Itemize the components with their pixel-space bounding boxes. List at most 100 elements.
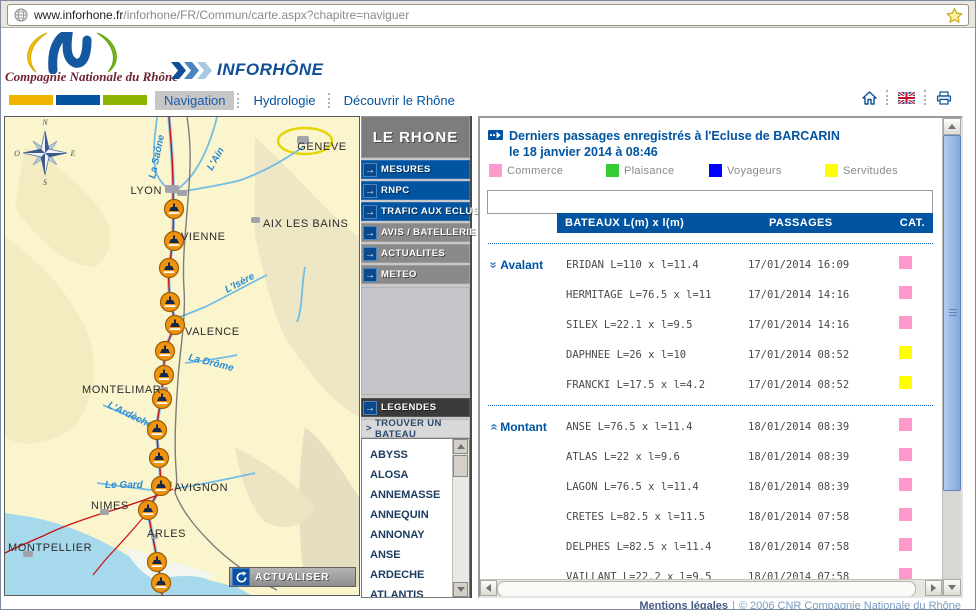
category-cell bbox=[894, 478, 933, 496]
scroll-thumb[interactable] bbox=[453, 455, 468, 477]
menu-item-label: METEO bbox=[381, 269, 417, 280]
menu-item-rnpc[interactable]: RNPC bbox=[361, 181, 470, 200]
table-row: ATLAS L=22 x l=9.6 18/01/2014 08:39 bbox=[488, 442, 933, 472]
bookmark-star-icon[interactable] bbox=[946, 7, 963, 24]
menu-item-legendes[interactable]: LEGENDES bbox=[361, 398, 470, 417]
refresh-label: ACTUALISER bbox=[255, 572, 329, 583]
table-row: HERMITAGE L=76.5 x l=11 17/01/2014 14:16 bbox=[488, 280, 933, 310]
uk-flag-icon[interactable] bbox=[889, 92, 924, 104]
arrow-right-icon bbox=[363, 226, 377, 240]
compass-n: N bbox=[41, 118, 48, 127]
category-swatch bbox=[899, 478, 912, 491]
legend-item: Servitudes bbox=[825, 164, 898, 177]
city-label-montelimar: MONTELIMAR bbox=[82, 384, 161, 396]
cnr-logo bbox=[9, 32, 159, 74]
scroll-right-button[interactable] bbox=[925, 580, 942, 596]
menu-item-meteo[interactable]: METEO bbox=[361, 265, 470, 284]
color-bar-yellow bbox=[9, 95, 53, 105]
sidebar-menu: LE RHONE MESURES RNPC TRAFIC AUX ECLUSES… bbox=[361, 116, 472, 598]
table-row: Avalant ERIDAN L=110 x l=11.4 17/01/2014… bbox=[488, 250, 933, 280]
passages-panel: Derniers passages enregistrés à l'Ecluse… bbox=[478, 116, 963, 598]
menu-item-actualites[interactable]: ACTUALITES bbox=[361, 244, 470, 263]
chevron-double-down-icon bbox=[490, 260, 497, 270]
passage-time: 18/01/2014 08:39 bbox=[748, 421, 894, 433]
boat-list-item[interactable]: ATLANTIS bbox=[370, 585, 453, 597]
rhone-map[interactable]: N S O E La Saône L'Ain L'Isère La Drôme … bbox=[4, 116, 360, 596]
scroll-left-button[interactable] bbox=[480, 580, 497, 596]
scroll-down-button[interactable] bbox=[943, 579, 961, 596]
panel-horizontal-scrollbar[interactable] bbox=[480, 579, 942, 596]
tab-decouvrir[interactable]: Découvrir le Rhône bbox=[335, 91, 464, 110]
boat-label: VAILLANT L=22.2 x l=9.5 bbox=[558, 571, 748, 579]
boat-label: ATLAS L=22 x l=9.6 bbox=[558, 451, 748, 463]
boat-label: HERMITAGE L=76.5 x l=11 bbox=[558, 289, 748, 301]
menu-item-trafic[interactable]: TRAFIC AUX ECLUSES bbox=[361, 202, 470, 221]
menu-item-label: LEGENDES bbox=[381, 402, 436, 413]
city-label-geneve: GENEVE bbox=[297, 141, 346, 153]
color-bar-green bbox=[103, 95, 147, 105]
scroll-thumb[interactable] bbox=[943, 135, 961, 491]
tab-navigation[interactable]: Navigation bbox=[155, 91, 234, 110]
scroll-up-button[interactable] bbox=[453, 439, 468, 454]
panel-vertical-scrollbar[interactable] bbox=[942, 118, 961, 596]
legend-label: Plaisance bbox=[624, 165, 674, 177]
passage-time: 17/01/2014 14:16 bbox=[748, 289, 894, 301]
category-swatch bbox=[899, 316, 912, 329]
passages-rows: Avalant ERIDAN L=110 x l=11.4 17/01/2014… bbox=[488, 238, 933, 579]
table-row: DAPHNEE L=26 x l=10 17/01/2014 08:52 bbox=[488, 340, 933, 370]
tab-hydrologie[interactable]: Hydrologie bbox=[244, 91, 324, 110]
category-cell bbox=[894, 568, 933, 579]
url-field[interactable]: www.inforhone.fr/inforhone/FR/Commun/car… bbox=[7, 4, 969, 26]
direction-cell: Montant bbox=[488, 420, 558, 434]
river-label-gard: Le Gard bbox=[105, 480, 144, 491]
city-label-avignon: AVIGNON bbox=[174, 482, 228, 494]
legal-link[interactable]: Mentions légales bbox=[639, 600, 728, 610]
boat-list-item[interactable]: ANNONAY bbox=[370, 525, 453, 545]
menu-item-label: AVIS / BATELLERIE bbox=[381, 227, 476, 238]
boat-list-item[interactable]: ALOSA bbox=[370, 465, 453, 485]
direction-cell: Avalant bbox=[488, 258, 558, 272]
boat-list-item[interactable]: ANNEMASSE bbox=[370, 485, 453, 505]
header-bateaux: BATEAUX L(m) x l(m) bbox=[565, 217, 684, 229]
section-divider bbox=[488, 405, 933, 406]
table-header: BATEAUX L(m) x l(m) PASSAGES CAT. bbox=[557, 213, 933, 233]
direction-label: Montant bbox=[500, 420, 547, 434]
arrow-right-icon bbox=[363, 268, 377, 282]
find-boat-button[interactable]: TROUVER UN BATEAU bbox=[361, 419, 470, 438]
dashed-arrow-icon bbox=[488, 130, 503, 141]
category-swatch bbox=[899, 418, 912, 431]
filter-box[interactable] bbox=[487, 190, 933, 214]
arrow-right-icon bbox=[363, 163, 377, 177]
table-row: Montant ANSE L=76.5 x l=11.4 18/01/2014 … bbox=[488, 412, 933, 442]
city-label-aix: AIX LES BAINS bbox=[263, 218, 348, 230]
city-label-vienne: VIENNE bbox=[181, 231, 226, 243]
arrow-right-icon bbox=[363, 401, 377, 415]
boat-list-scrollbar[interactable] bbox=[452, 439, 469, 597]
copyright-text: © 2006 CNR Compagnie Nationale du Rhône bbox=[739, 600, 961, 610]
passage-time: 18/01/2014 08:39 bbox=[748, 481, 894, 493]
legend-swatch-commerce bbox=[489, 164, 502, 177]
city-label-lyon: LYON bbox=[130, 185, 162, 197]
boat-label: ANSE L=76.5 x l=11.4 bbox=[558, 421, 748, 433]
home-icon[interactable] bbox=[853, 91, 886, 105]
menu-item-avis[interactable]: AVIS / BATELLERIE bbox=[361, 223, 470, 242]
tab-separator bbox=[237, 93, 241, 108]
print-icon[interactable] bbox=[927, 91, 961, 105]
legend-swatch-servitudes bbox=[825, 164, 838, 177]
boat-list-item[interactable]: ANNEQUIN bbox=[370, 505, 453, 525]
color-bar-blue bbox=[56, 95, 100, 105]
scroll-thumb[interactable] bbox=[497, 581, 916, 597]
header-cat: CAT. bbox=[900, 217, 925, 229]
scroll-up-button[interactable] bbox=[943, 118, 961, 135]
city-label-nimes: NIMES bbox=[91, 500, 129, 512]
panel-title-line2: le 18 janvier 2014 à 08:46 bbox=[509, 144, 840, 160]
direction-label: Avalant bbox=[500, 258, 543, 272]
compass-o: O bbox=[14, 149, 20, 158]
menu-item-mesures[interactable]: MESURES bbox=[361, 160, 470, 179]
boat-list-item[interactable]: ARDECHE bbox=[370, 565, 453, 585]
boat-list-item[interactable]: ANSE bbox=[370, 545, 453, 565]
refresh-button[interactable]: ACTUALISER bbox=[229, 567, 356, 587]
category-swatch bbox=[899, 508, 912, 521]
boat-list-item[interactable]: ABYSS bbox=[370, 445, 453, 465]
scroll-down-button[interactable] bbox=[453, 582, 468, 597]
